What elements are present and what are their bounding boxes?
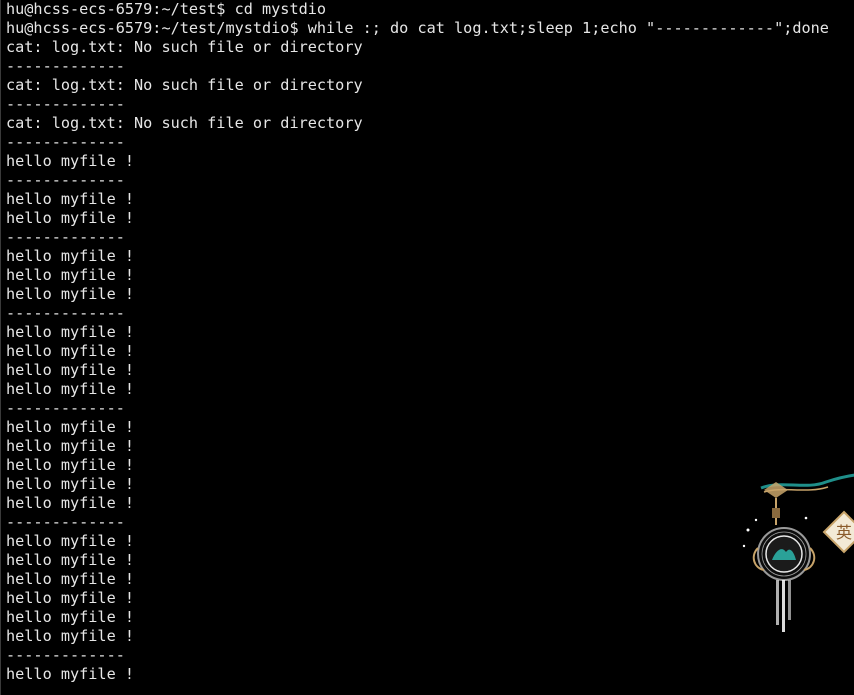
- terminal-line: -------------: [6, 95, 125, 113]
- terminal-line: hello myfile !: [6, 152, 135, 170]
- terminal-line: -------------: [6, 513, 125, 531]
- terminal-line: hello myfile !: [6, 532, 135, 550]
- terminal-line: hello myfile !: [6, 570, 135, 588]
- terminal-line: hello myfile !: [6, 418, 135, 436]
- terminal-line: -------------: [6, 228, 125, 246]
- terminal-line: hello myfile !: [6, 209, 135, 227]
- terminal-line: hello myfile !: [6, 665, 135, 683]
- terminal-line: hu@hcss-ecs-6579:~/test/mystdio$ while :…: [6, 19, 829, 37]
- terminal-line: hello myfile !: [6, 589, 135, 607]
- terminal-window[interactable]: hu@hcss-ecs-6579:~/test$ cd mystdio hu@h…: [0, 0, 854, 695]
- terminal-line: hello myfile !: [6, 342, 135, 360]
- terminal-line: hello myfile !: [6, 323, 135, 341]
- terminal-line: -------------: [6, 399, 125, 417]
- terminal-line: -------------: [6, 57, 125, 75]
- terminal-line: hello myfile !: [6, 190, 135, 208]
- terminal-line: -------------: [6, 171, 125, 189]
- terminal-line: cat: log.txt: No such file or directory: [6, 38, 363, 56]
- lantern-ornament-icon: 英: [742, 473, 854, 632]
- badge-text: 英: [836, 523, 852, 542]
- terminal-line: hello myfile !: [6, 608, 135, 626]
- terminal-line: hello myfile !: [6, 380, 135, 398]
- terminal-line: cat: log.txt: No such file or directory: [6, 114, 363, 132]
- terminal-line: hello myfile !: [6, 361, 135, 379]
- terminal-line: -------------: [6, 304, 125, 322]
- terminal-line: hello myfile !: [6, 456, 135, 474]
- terminal-line: hello myfile !: [6, 627, 135, 645]
- terminal-line: hello myfile !: [6, 494, 135, 512]
- badge-diamond: 英: [822, 510, 854, 554]
- terminal-line: hello myfile !: [6, 285, 135, 303]
- terminal-output: hu@hcss-ecs-6579:~/test$ cd mystdio hu@h…: [6, 0, 829, 684]
- terminal-line: hu@hcss-ecs-6579:~/test$ cd mystdio: [6, 0, 327, 18]
- terminal-line: hello myfile !: [6, 551, 135, 569]
- terminal-line: cat: log.txt: No such file or directory: [6, 76, 363, 94]
- terminal-line: -------------: [6, 646, 125, 664]
- terminal-line: hello myfile !: [6, 437, 135, 455]
- terminal-line: hello myfile !: [6, 475, 135, 493]
- terminal-line: -------------: [6, 133, 125, 151]
- terminal-line: hello myfile !: [6, 266, 135, 284]
- terminal-line: hello myfile !: [6, 247, 135, 265]
